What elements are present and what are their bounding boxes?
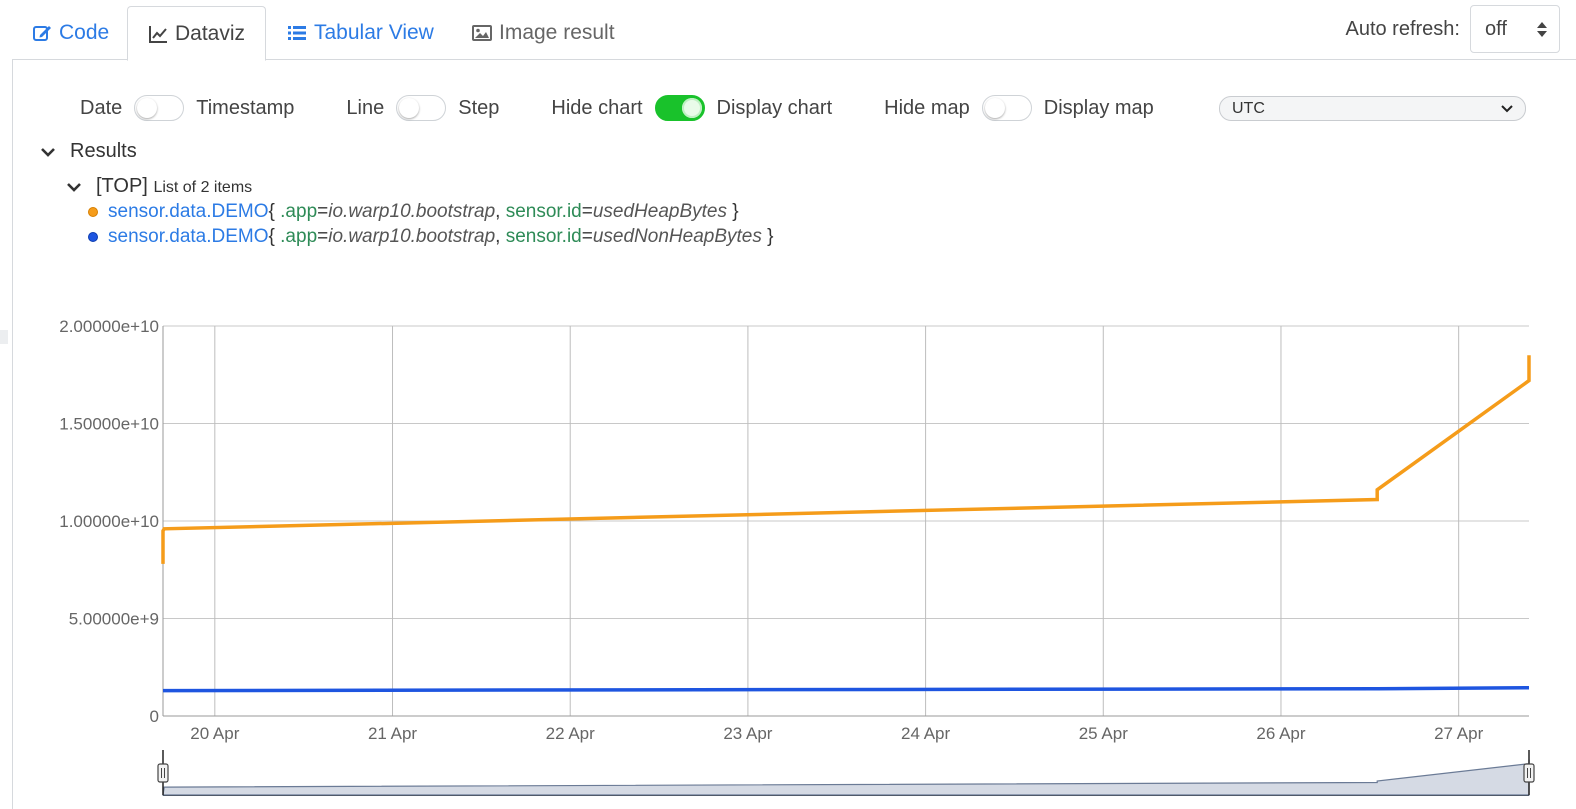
edit-icon <box>33 26 51 41</box>
auto-refresh-label: Auto refresh: <box>1345 17 1460 40</box>
label-key: .app <box>280 226 318 247</box>
x-tick-label: 24 Apr <box>901 724 950 743</box>
timezone-select[interactable]: UTC <box>1219 96 1526 121</box>
tab-bar: Code Dataviz Tabular View Image result A… <box>12 0 1576 61</box>
chart-toggle[interactable] <box>654 95 705 121</box>
toggle-knob <box>984 98 1005 118</box>
display-map-label: Display map <box>1043 96 1154 119</box>
series-color-dot <box>88 232 98 242</box>
series-item[interactable]: sensor.data.DEMO{ .app=io.warp10.bootstr… <box>88 226 773 248</box>
toggle-knob <box>399 98 420 118</box>
separator: , <box>495 226 506 247</box>
chevron-down-icon <box>1501 104 1513 112</box>
line-step-toggle-group: Line Step <box>346 95 499 121</box>
y-tick-label: 0 <box>150 707 159 726</box>
line-label: Line <box>346 96 385 119</box>
line-step-toggle[interactable] <box>396 95 447 121</box>
list-icon <box>288 26 306 40</box>
x-tick-label: 27 Apr <box>1434 724 1483 743</box>
map-toggle-group: Hide map Display map <box>884 95 1154 121</box>
date-timestamp-toggle-group: Date Timestamp <box>80 95 294 121</box>
date-label: Date <box>80 96 123 119</box>
chevron-down-icon[interactable] <box>64 177 84 197</box>
tab-image-result[interactable]: Image result <box>462 6 625 60</box>
y-tick-label: 2.00000e+10 <box>59 317 159 336</box>
label-value: usedNonHeapBytes <box>592 226 762 247</box>
dataviz-chart[interactable]: 0 5.00000e+9 1.00000e+10 1.50000e+10 2.00000… <box>0 300 1576 809</box>
series-line-1 <box>162 685 1530 693</box>
equals: = <box>317 226 329 247</box>
navigator-left-handle[interactable] <box>157 763 169 783</box>
display-chart-label: Display chart <box>716 96 833 119</box>
x-tick-label: 26 Apr <box>1256 724 1305 743</box>
series-item[interactable]: sensor.data.DEMO{ .app=io.warp10.bootstr… <box>88 201 739 223</box>
x-tick-label: 20 Apr <box>190 724 239 743</box>
map-toggle[interactable] <box>981 95 1032 121</box>
close-brace: } <box>727 201 739 222</box>
timezone-value: UTC <box>1232 99 1265 117</box>
series-class: sensor.data.DEMO <box>108 226 269 247</box>
equals: = <box>581 226 593 247</box>
open-brace: { <box>268 226 281 247</box>
tab-dataviz-label: Dataviz <box>175 21 246 45</box>
toggle-knob <box>137 98 158 118</box>
tab-tabular-view[interactable]: Tabular View <box>277 6 444 60</box>
date-timestamp-toggle[interactable] <box>134 95 185 121</box>
auto-refresh: Auto refresh: off <box>1345 5 1560 53</box>
auto-refresh-value: off <box>1485 17 1507 40</box>
x-tick-label: 23 Apr <box>723 724 772 743</box>
navigator-right-handle[interactable] <box>1523 763 1535 783</box>
label-key: .app <box>280 201 318 222</box>
toggle-knob <box>681 98 702 118</box>
y-tick-label: 1.00000e+10 <box>59 512 159 531</box>
y-tick-label: 1.50000e+10 <box>59 415 159 434</box>
chart-toggle-group: Hide chart Display chart <box>551 95 832 121</box>
top-label: [TOP] <box>96 175 148 197</box>
series-line-0 <box>161 355 1531 564</box>
label-value: usedHeapBytes <box>592 201 728 222</box>
open-brace: { <box>268 201 281 222</box>
tab-dataviz[interactable]: Dataviz <box>127 6 266 61</box>
label-key: sensor.id <box>505 201 582 222</box>
close-brace: } <box>761 226 774 247</box>
auto-refresh-select[interactable]: off <box>1470 5 1560 53</box>
x-tick-label: 25 Apr <box>1079 724 1128 743</box>
x-tick-label: 22 Apr <box>546 724 595 743</box>
label-key: sensor.id <box>505 226 582 247</box>
series-class: sensor.data.DEMO <box>108 201 269 222</box>
y-tick-label: 5.00000e+9 <box>69 610 159 629</box>
series-color-dot <box>88 207 98 217</box>
view-controls: Date Timestamp Line Step Hide chart Disp… <box>80 90 1154 126</box>
equals: = <box>581 201 593 222</box>
chevron-down-icon[interactable] <box>38 142 58 162</box>
label-value: io.warp10.bootstrap <box>328 201 496 222</box>
x-tick-label: 21 Apr <box>368 724 417 743</box>
results-label: Results <box>70 140 137 162</box>
top-count: List of 2 items <box>153 179 253 196</box>
top-node[interactable]: [TOP] List of 2 items <box>64 175 252 198</box>
timestamp-label: Timestamp <box>196 96 295 119</box>
tab-code[interactable]: Code <box>22 6 119 60</box>
hide-map-label: Hide map <box>884 96 970 119</box>
tab-tabular-view-label: Tabular View <box>314 21 434 44</box>
line-chart-icon <box>149 25 167 43</box>
results-node[interactable]: Results <box>38 140 137 163</box>
select-arrows-icon <box>1537 21 1547 37</box>
equals: = <box>317 201 329 222</box>
step-label: Step <box>458 96 500 119</box>
tab-code-label: Code <box>59 21 110 44</box>
tab-image-result-label: Image result <box>499 21 615 44</box>
image-icon <box>472 25 492 41</box>
separator: , <box>495 201 506 222</box>
label-value: io.warp10.bootstrap <box>328 226 496 247</box>
hide-chart-label: Hide chart <box>551 96 643 119</box>
navigator-area <box>162 759 1530 796</box>
